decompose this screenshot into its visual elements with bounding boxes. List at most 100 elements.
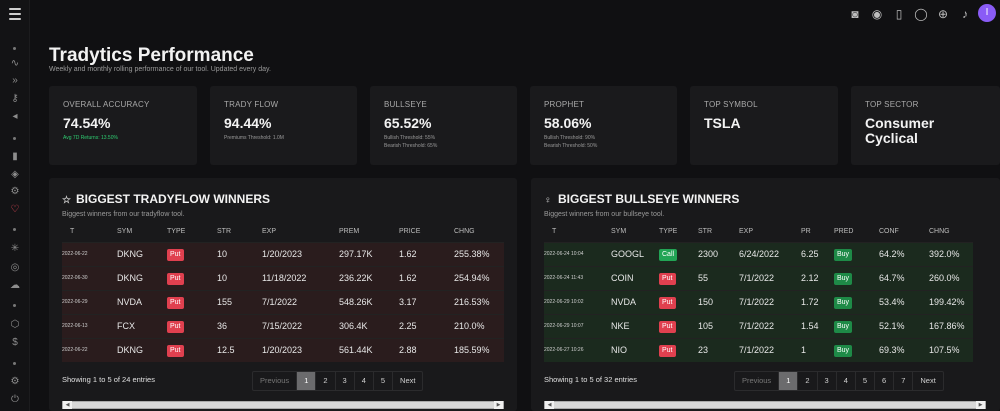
column-header[interactable]: PR — [801, 222, 834, 242]
page-button[interactable]: 4 — [355, 372, 374, 390]
horizontal-scrollbar[interactable]: ◀ ▶ — [544, 401, 986, 409]
column-header[interactable]: EXP — [739, 222, 801, 242]
type-badge: Call — [659, 248, 678, 261]
settings-icon[interactable]: ⚙ — [7, 375, 23, 389]
page-button[interactable]: 4 — [837, 372, 856, 390]
column-header[interactable]: PRED — [834, 222, 879, 242]
scroll-right-icon[interactable]: ▶ — [494, 401, 503, 409]
scroll-right-icon[interactable]: ▶ — [976, 401, 985, 409]
column-header[interactable]: TYPE — [659, 222, 698, 242]
card-note: Bullish Threshold: 90% — [544, 135, 596, 141]
layers-icon[interactable]: ◈ — [7, 168, 23, 182]
card-label: BULLSEYE — [384, 100, 427, 109]
page-button[interactable]: 1 — [779, 372, 799, 390]
column-header[interactable]: T — [544, 222, 611, 242]
cloud-icon[interactable]: ☁ — [7, 279, 23, 293]
cell-date: 2022-06-29 10:02 — [544, 289, 611, 314]
cell-conf: 53.4% — [879, 289, 929, 314]
cell-type: Put — [167, 241, 217, 266]
dollar-icon[interactable]: $ — [7, 336, 23, 350]
page-button[interactable]: 5 — [856, 372, 876, 390]
crosshair-icon[interactable]: ⊕ — [936, 7, 950, 21]
app-root: ∿ » ⚷ ◂ ▮ ◈ ⚙ ♡ ✳ ◎ ☁ ⬡ $ ⚙ ⏻ ◙ ◉ ▯ ◯ ⊕ … — [0, 0, 1000, 411]
gear-icon[interactable]: ⚙ — [7, 185, 23, 199]
cell-symbol: GOOGL — [611, 241, 659, 266]
page-button[interactable]: 2 — [316, 372, 336, 390]
cell-strike: 155 — [217, 289, 262, 314]
tradyflow-winners-panel: ☆ BIGGEST TRADYFLOW WINNERS Biggest winne… — [49, 178, 517, 411]
next-button[interactable]: Next — [913, 372, 942, 390]
cell-price: 1.72 — [801, 289, 834, 314]
card-value: 58.06% — [544, 115, 592, 131]
cell-type: Put — [167, 313, 217, 338]
megaphone-icon[interactable]: ◂ — [7, 110, 23, 124]
heart-icon[interactable]: ♡ — [7, 203, 23, 217]
column-header[interactable]: CHNG — [929, 222, 973, 242]
column-header[interactable]: STR — [698, 222, 739, 242]
type-badge: Put — [167, 320, 184, 333]
scroll-left-icon[interactable]: ◀ — [63, 401, 72, 409]
bell-icon[interactable]: ♪ — [958, 7, 972, 21]
previous-button[interactable]: Previous — [253, 372, 298, 390]
column-header[interactable]: CONF — [879, 222, 929, 242]
cell-strike: 10 — [217, 265, 262, 290]
column-header[interactable]: PRICE — [399, 222, 454, 242]
logout-icon[interactable]: ⏻ — [7, 393, 23, 407]
table-row[interactable]: 2022-06-30 DKNG Put 10 11/18/2022 236.22… — [62, 265, 504, 290]
scroll-left-icon[interactable]: ◀ — [545, 401, 554, 409]
card-label: OVERALL ACCURACY — [63, 100, 150, 109]
page-button[interactable]: 3 — [336, 372, 355, 390]
cell-pred: Buy — [834, 337, 879, 362]
column-header[interactable]: TYPE — [167, 222, 217, 242]
avatar[interactable]: I — [978, 4, 996, 22]
camera-icon[interactable]: ◙ — [848, 7, 862, 21]
cell-change: 167.86% — [929, 313, 973, 338]
table-row[interactable]: 2022-06-22 DKNG Put 12.5 1/20/2023 561.4… — [62, 337, 504, 362]
table-row[interactable]: 2022-06-24 10:04 GOOGL Call 2300 6/24/20… — [544, 241, 973, 266]
page-button[interactable]: 5 — [374, 372, 394, 390]
page-button[interactable]: 2 — [798, 372, 818, 390]
column-header[interactable]: T — [62, 222, 117, 242]
cell-symbol: NVDA — [611, 289, 659, 314]
table-row[interactable]: 2022-06-29 NVDA Put 155 7/1/2022 548.26K… — [62, 289, 504, 314]
book-icon[interactable]: ▯ — [892, 7, 906, 21]
table-row[interactable]: 2022-06-29 10:02 NVDA Put 150 7/1/2022 1… — [544, 289, 973, 314]
column-header[interactable]: STR — [217, 222, 262, 242]
cell-price: 3.17 — [399, 289, 454, 314]
globe-icon[interactable]: ◎ — [7, 261, 23, 275]
eye-icon[interactable]: ◉ — [870, 7, 884, 21]
dot-icon — [13, 137, 16, 140]
table-row[interactable]: 2022-06-22 DKNG Put 10 1/20/2023 297.17K… — [62, 241, 504, 266]
table-row[interactable]: 2022-06-27 10:26 NIO Put 23 7/1/2022 1 B… — [544, 337, 973, 362]
column-header[interactable]: SYM — [611, 222, 659, 242]
column-header[interactable]: CHNG — [454, 222, 504, 242]
card-trady-flow: TRADY FLOW 94.44% Premiums Threshold: 1.… — [210, 86, 357, 165]
table-row[interactable]: 2022-06-24 11:43 COIN Put 55 7/1/2022 2.… — [544, 265, 973, 290]
cell-type: Put — [659, 265, 698, 290]
next-button[interactable]: Next — [393, 372, 422, 390]
cell-exp: 7/1/2022 — [739, 313, 801, 338]
double-chevron-icon[interactable]: » — [7, 74, 23, 88]
page-button[interactable]: 6 — [875, 372, 895, 390]
table-row[interactable]: 2022-06-29 10:07 NKE Put 105 7/1/2022 1.… — [544, 313, 973, 338]
page-button[interactable]: 1 — [297, 372, 317, 390]
cell-date: 2022-06-24 11:43 — [544, 265, 611, 290]
box-icon[interactable]: ⬡ — [7, 318, 23, 332]
cell-price: 2.12 — [801, 265, 834, 290]
column-header[interactable]: SYM — [117, 222, 167, 242]
cell-change: 255.38% — [454, 241, 504, 266]
previous-button[interactable]: Previous — [735, 372, 780, 390]
page-button[interactable]: 7 — [894, 372, 914, 390]
loader-icon[interactable]: ✳ — [7, 242, 23, 256]
column-header[interactable]: EXP — [262, 222, 339, 242]
chat-icon[interactable]: ◯ — [914, 7, 928, 21]
cell-date: 2022-06-24 10:04 — [544, 241, 611, 266]
page-button[interactable]: 3 — [818, 372, 837, 390]
key-icon[interactable]: ⚷ — [7, 92, 23, 106]
bar-chart-icon[interactable]: ▮ — [7, 150, 23, 164]
column-header[interactable]: PREM — [339, 222, 399, 242]
menu-icon[interactable] — [9, 8, 21, 23]
horizontal-scrollbar[interactable]: ◀ ▶ — [62, 401, 504, 409]
table-row[interactable]: 2022-06-13 FCX Put 36 7/15/2022 306.4K 2… — [62, 313, 504, 338]
activity-icon[interactable]: ∿ — [7, 57, 23, 71]
